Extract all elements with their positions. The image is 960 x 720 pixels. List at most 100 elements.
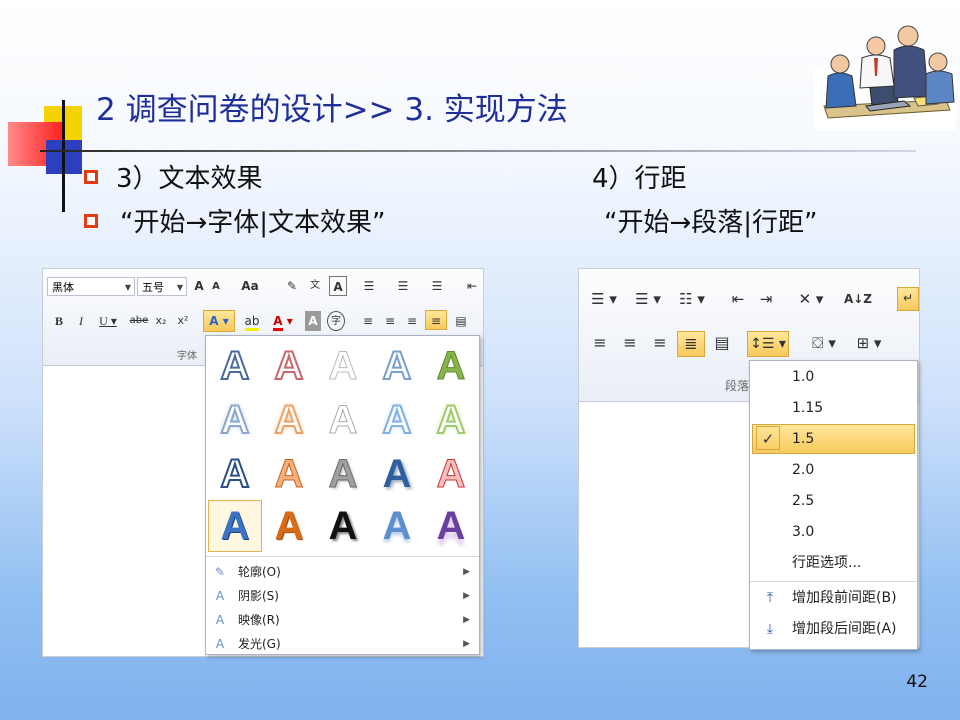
text-effects-button[interactable]: A ▾ <box>203 310 235 332</box>
align-center-icon[interactable]: ≡ <box>619 333 641 353</box>
text-effect-style[interactable]: A <box>316 340 370 392</box>
align-center-icon[interactable]: ≡ <box>381 311 399 331</box>
show-marks-icon[interactable]: ↵ <box>897 287 919 311</box>
option-label: 1.5 <box>792 431 815 447</box>
font-name-value: 黑体 <box>52 281 74 294</box>
numbering-icon[interactable]: ☰ ▾ <box>631 289 665 309</box>
menu-item-glow[interactable]: A 发光(G) ▶ <box>206 632 478 656</box>
menu-item-shadow[interactable]: A 阴影(S) ▶ <box>206 584 478 608</box>
multilevel-list-icon[interactable]: ☰ <box>427 276 447 296</box>
text-effect-style[interactable]: A <box>262 340 316 392</box>
strikethrough-button[interactable]: abe <box>127 311 151 331</box>
text-effect-style[interactable]: A <box>208 448 262 500</box>
font-size-select[interactable]: 五号 ▼ <box>137 277 187 296</box>
align-left-icon[interactable]: ≡ <box>589 333 611 353</box>
align-right-icon[interactable]: ≡ <box>649 333 671 353</box>
line-spacing-option[interactable]: 1.15 <box>750 393 917 423</box>
borders-icon[interactable]: ⊞ ▾ <box>849 333 889 353</box>
paragraph-group-label: 段落 <box>725 379 750 393</box>
add-space-before-item[interactable]: ⤒ 增加段前间距(B) <box>750 583 917 613</box>
shading-icon[interactable]: ⛋ ▾ <box>803 333 845 353</box>
line-spacing-option[interactable]: 3.0 <box>750 517 917 547</box>
superscript-button[interactable]: x² <box>175 311 191 331</box>
increase-indent-icon[interactable]: ⇥ <box>755 289 777 309</box>
menu-item-label: 轮廓(O) <box>238 565 281 579</box>
line-spacing-option[interactable]: 1.0 <box>750 362 917 392</box>
clear-format-icon[interactable]: ✎ <box>283 276 301 296</box>
line-spacing-option-selected[interactable]: ✓ 1.5 <box>750 424 917 454</box>
text-effect-style[interactable]: A <box>316 448 370 500</box>
char-border-icon[interactable]: A <box>329 276 347 296</box>
font-name-select[interactable]: 黑体 ▼ <box>47 277 135 296</box>
text-effect-style[interactable]: A <box>424 500 478 552</box>
line-spacing-option[interactable]: 2.5 <box>750 486 917 516</box>
align-right-icon[interactable]: ≡ <box>403 311 421 331</box>
style-letter: A <box>328 451 358 496</box>
text-effect-style[interactable]: A <box>262 394 316 446</box>
shrink-font-button[interactable]: A <box>209 277 223 297</box>
text-effect-style[interactable]: A <box>370 448 424 500</box>
shadow-icon: A <box>215 589 225 603</box>
decrease-indent-icon[interactable]: ⇤ <box>727 289 749 309</box>
style-letter: A <box>328 397 358 442</box>
subscript-button[interactable]: x₂ <box>153 311 169 331</box>
bullet-text-effect: 3）文本效果 <box>116 164 263 194</box>
shrink-font-label: A <box>212 281 220 292</box>
font-color-button[interactable]: A ▾ <box>271 311 295 331</box>
text-effect-style[interactable]: A <box>262 500 316 552</box>
text-effect-style-selected[interactable]: A <box>208 500 262 552</box>
underline-button[interactable]: U ▾ <box>95 311 121 331</box>
decrease-indent-icon[interactable]: ⇤ <box>463 276 481 296</box>
style-letter: A <box>220 503 250 548</box>
text-effect-style[interactable]: A <box>424 340 478 392</box>
italic-button[interactable]: I <box>73 311 89 331</box>
change-case-button[interactable]: Aa <box>235 276 265 296</box>
grow-font-button[interactable]: A <box>191 276 207 296</box>
option-label: 2.5 <box>792 493 815 509</box>
bullets-icon[interactable]: ☰ ▾ <box>587 289 621 309</box>
sort-button[interactable]: A↓Z <box>843 289 873 309</box>
menu-item-outline[interactable]: ✎ 轮廓(O) ▶ <box>206 560 478 584</box>
text-effect-style[interactable]: A <box>262 448 316 500</box>
style-letter: A <box>274 451 304 496</box>
text-effect-style[interactable]: A <box>208 394 262 446</box>
bold-button[interactable]: B <box>51 311 67 331</box>
highlight-color-icon[interactable]: ab <box>239 311 265 331</box>
chinese-layout-icon[interactable]: ✕ ▾ <box>793 289 829 309</box>
justify-icon[interactable]: ≣ <box>677 331 705 357</box>
style-letter: A <box>220 343 251 389</box>
line-spacing-more-options[interactable]: 行距选项... <box>750 548 917 578</box>
align-left-icon[interactable]: ≡ <box>359 311 377 331</box>
text-effect-style[interactable]: A <box>370 394 424 446</box>
bullets-icon[interactable]: ☰ <box>359 276 379 296</box>
gallery-divider <box>206 556 479 557</box>
numbering-icon[interactable]: ☰ <box>393 276 413 296</box>
text-effect-style[interactable]: A <box>424 448 478 500</box>
text-effect-style[interactable]: A <box>424 394 478 446</box>
change-case-label: Aa <box>241 279 259 293</box>
reflection-icon: A <box>215 613 225 627</box>
distributed-icon[interactable]: ▤ <box>451 311 471 331</box>
multilevel-list-icon[interactable]: ☷ ▾ <box>675 289 709 309</box>
chevron-right-icon: ▶ <box>463 615 470 625</box>
text-effect-style[interactable]: A <box>370 500 424 552</box>
line-spacing-button[interactable]: ↕☰ ▾ <box>747 331 789 357</box>
distributed-icon[interactable]: ▤ <box>711 333 733 353</box>
justify-icon[interactable]: ≡ <box>425 310 447 330</box>
add-space-after-item[interactable]: ⤓ 增加段后间距(A) <box>750 614 917 644</box>
line-spacing-option[interactable]: 2.0 <box>750 455 917 485</box>
menu-item-reflection[interactable]: A 映像(R) ▶ <box>206 608 478 632</box>
title-divider-line <box>40 150 916 152</box>
text-effect-style[interactable]: A <box>316 394 370 446</box>
option-label: 行距选项... <box>792 555 862 571</box>
enclose-char-button[interactable]: 字 <box>327 311 345 331</box>
char-shading-button[interactable]: A <box>305 311 321 331</box>
text-effect-style[interactable]: A <box>370 340 424 392</box>
bullet-font-path: “开始→字体|文本效果” <box>120 208 386 238</box>
option-label: 1.0 <box>792 369 815 385</box>
text-effect-style[interactable]: A <box>316 500 370 552</box>
text-effect-style[interactable]: A <box>208 340 262 392</box>
phonetic-guide-icon[interactable]: 文 <box>305 276 325 296</box>
bullet-line-spacing: 4）行距 <box>592 164 687 194</box>
chevron-down-icon: ▼ <box>176 283 183 292</box>
